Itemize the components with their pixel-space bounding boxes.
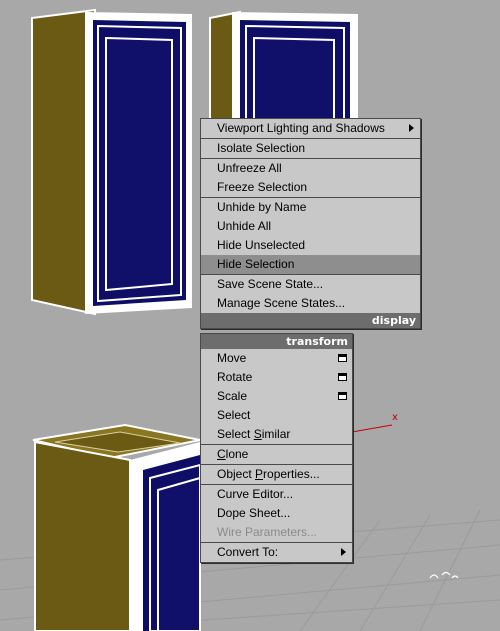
menu-item-scale[interactable]: Scale bbox=[201, 387, 352, 406]
menu-item-label: Save Scene State... bbox=[217, 277, 324, 291]
menu-item-label: Convert To: bbox=[217, 545, 279, 559]
menu-item-unfreeze-all[interactable]: Unfreeze All bbox=[201, 159, 420, 178]
menu-item-wire-parameters: Wire Parameters... bbox=[201, 523, 352, 542]
menu-item-label: Viewport Lighting and Shadows bbox=[217, 121, 385, 135]
menu-item-object-properties[interactable]: Object Properties... bbox=[201, 465, 352, 484]
menu-item-label: Unhide by Name bbox=[217, 200, 307, 214]
menu-item-label: Isolate Selection bbox=[217, 141, 306, 155]
cabinet-bottom bbox=[32, 423, 201, 631]
submenu-arrow-icon bbox=[341, 548, 346, 556]
menu-item-manage-scene-states[interactable]: Manage Scene States... bbox=[201, 294, 420, 313]
menu-item-label: Object Properties... bbox=[217, 467, 320, 481]
menu-item-select-similar[interactable]: Select Similar bbox=[201, 425, 352, 444]
menu-item-hide-selection[interactable]: Hide Selection bbox=[201, 255, 420, 274]
menu-item-label: Select Similar bbox=[217, 427, 291, 441]
menu-item-label: Rotate bbox=[217, 370, 253, 384]
menu-item-label: Scale bbox=[217, 389, 248, 403]
menu-item-freeze-selection[interactable]: Freeze Selection bbox=[201, 178, 420, 197]
menu-item-viewport-lighting-and-shadows[interactable]: Viewport Lighting and Shadows bbox=[201, 119, 420, 138]
menu-item-label: Curve Editor... bbox=[217, 487, 294, 501]
menu-item-label: Unfreeze All bbox=[217, 161, 282, 175]
quad-menu-display: Viewport Lighting and Shadows Isolate Sel… bbox=[200, 118, 421, 329]
menu-item-dope-sheet[interactable]: Dope Sheet... bbox=[201, 504, 352, 523]
menu-item-label: Wire Parameters... bbox=[217, 525, 318, 539]
menu-item-label: Move bbox=[217, 351, 247, 365]
menu-item-curve-editor[interactable]: Curve Editor... bbox=[201, 485, 352, 504]
menu-item-convert-to[interactable]: Convert To: bbox=[201, 543, 352, 562]
menu-item-label: Select bbox=[217, 408, 251, 422]
menu-item-rotate[interactable]: Rotate bbox=[201, 368, 352, 387]
x-axis-label: x bbox=[392, 412, 398, 423]
menu-item-select[interactable]: Select bbox=[201, 406, 352, 425]
menu-item-unhide-by-name[interactable]: Unhide by Name bbox=[201, 198, 420, 217]
settings-dialog-icon[interactable] bbox=[338, 392, 347, 400]
menu-item-save-scene-state[interactable]: Save Scene State... bbox=[201, 275, 420, 294]
menu-item-hide-unselected[interactable]: Hide Unselected bbox=[201, 236, 420, 255]
menu-item-label: Dope Sheet... bbox=[217, 506, 291, 520]
menu-item-unhide-all[interactable]: Unhide All bbox=[201, 217, 420, 236]
submenu-arrow-icon bbox=[409, 124, 414, 132]
settings-dialog-icon[interactable] bbox=[338, 373, 347, 381]
menu-item-label: Hide Selection bbox=[217, 257, 295, 271]
menu-item-label: Freeze Selection bbox=[217, 180, 308, 194]
menu-item-label: Clone bbox=[217, 447, 249, 461]
settings-dialog-icon[interactable] bbox=[338, 354, 347, 362]
menu-item-clone[interactable]: Clone bbox=[201, 445, 352, 464]
menu-item-move[interactable]: Move bbox=[201, 349, 352, 368]
menu-item-label: Unhide All bbox=[217, 219, 272, 233]
menu-item-isolate-selection[interactable]: Isolate Selection bbox=[201, 139, 420, 158]
quad-menu-transform: transform Move Rotate Scale Select Select Si… bbox=[200, 333, 353, 563]
quad-title-transform: transform bbox=[201, 334, 352, 349]
quad-title-display: display bbox=[201, 313, 420, 328]
cabinet-top-left bbox=[31, 8, 192, 316]
menu-item-label: Hide Unselected bbox=[217, 238, 306, 252]
menu-item-label: Manage Scene States... bbox=[217, 296, 346, 310]
